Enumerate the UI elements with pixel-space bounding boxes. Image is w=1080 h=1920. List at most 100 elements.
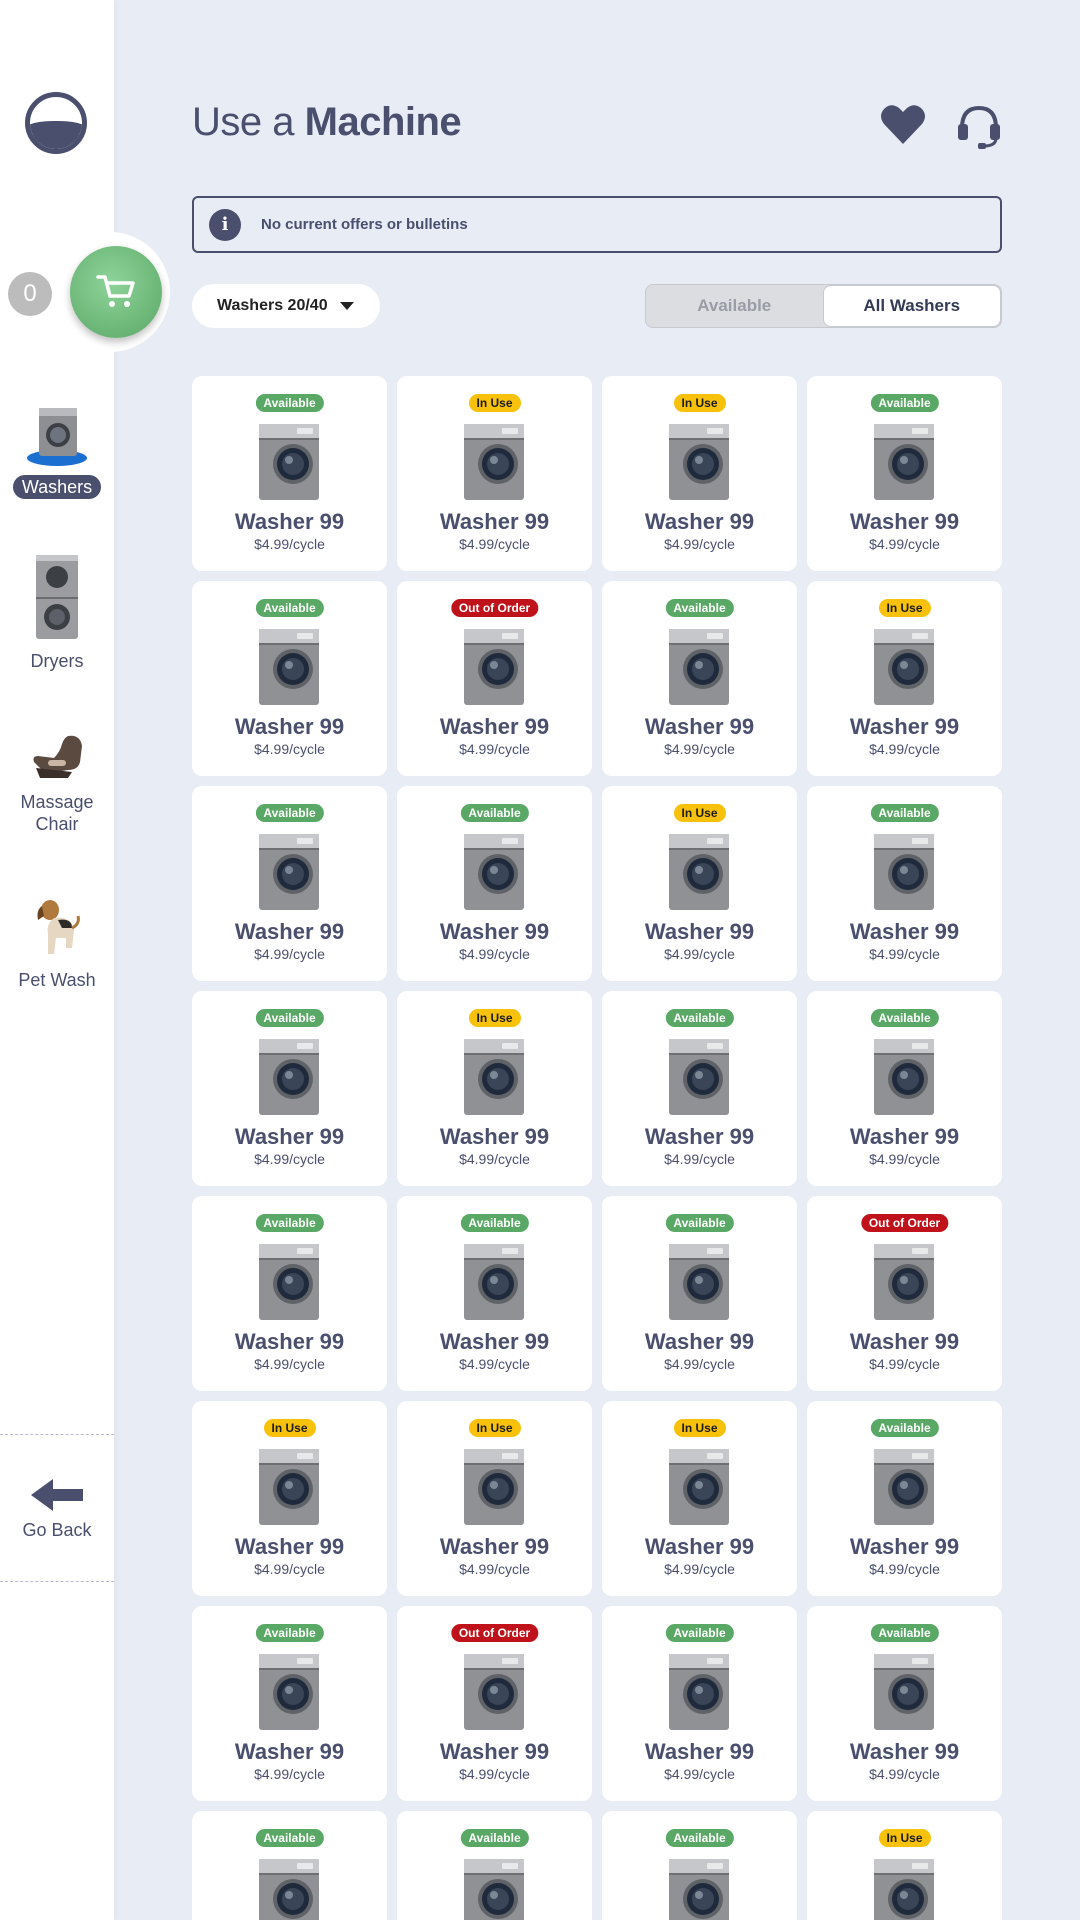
machine-price: $4.99/cycle	[664, 1151, 735, 1167]
machine-card[interactable]: AvailableWasher 99$4.99/cycle	[807, 376, 1002, 571]
machine-card[interactable]: In UseWasher 99$4.99/cycle	[602, 1401, 797, 1596]
sidebar-item-pet-wash[interactable]: Pet Wash	[0, 898, 114, 991]
machine-card[interactable]: AvailableWasher 99$4.99/cycle	[602, 1196, 797, 1391]
machine-price: $4.99/cycle	[459, 536, 530, 552]
machine-name: Washer 99	[234, 509, 345, 534]
machine-card[interactable]: In UseWasher 99$4.99/cycle	[807, 581, 1002, 776]
washer-icon	[259, 1859, 319, 1920]
washer-icon	[259, 1449, 319, 1525]
status-badge: In Use	[878, 599, 931, 617]
machine-card[interactable]: Available Washer 99 $4.99/cycle	[807, 1606, 1002, 1801]
arrow-left-icon	[31, 1479, 83, 1511]
heart-icon[interactable]	[878, 100, 928, 150]
status-badge: Available	[870, 804, 939, 822]
status-badge: Available	[255, 1214, 324, 1232]
washer-icon	[874, 629, 934, 705]
status-badge: Available	[870, 394, 939, 412]
machine-card[interactable]: Out of Order Washer 99 $4.99/cycle	[397, 1606, 592, 1801]
machine-name: Washer 99	[644, 1739, 755, 1764]
machine-card[interactable]: In UseWasher 99$4.99/cycle	[397, 1401, 592, 1596]
machine-card[interactable]: AvailableWasher 99$4.99/cycle	[192, 1811, 387, 1920]
machine-name: Washer 99	[234, 1124, 345, 1149]
machine-card[interactable]: AvailableWasher 99$4.99/cycle	[192, 1196, 387, 1391]
go-back-button[interactable]: Go Back	[0, 1434, 114, 1582]
machine-card[interactable]: AvailableWasher 99$4.99/cycle	[602, 581, 797, 776]
machine-card[interactable]: AvailableWasher 99$4.99/cycle	[807, 991, 1002, 1186]
cart-button[interactable]	[70, 246, 162, 338]
washer-icon	[464, 424, 524, 500]
washer-icon	[874, 1039, 934, 1115]
machine-price: $4.99/cycle	[459, 1151, 530, 1167]
status-badge: Available	[665, 1009, 734, 1027]
machine-card[interactable]: AvailableWasher 99$4.99/cycle	[397, 786, 592, 981]
machine-name: Washer 99	[439, 714, 550, 739]
machine-name: Washer 99	[234, 1739, 345, 1764]
machine-card[interactable]: Available Washer 99 $4.99/cycle	[602, 991, 797, 1186]
machine-name: Washer 99	[234, 1329, 345, 1354]
machine-price: $4.99/cycle	[869, 1356, 940, 1372]
machine-name: Washer 99	[849, 1739, 960, 1764]
toggle-all-washers[interactable]: All Washers	[822, 285, 1001, 327]
status-badge: Available	[870, 1419, 939, 1437]
machine-name: Washer 99	[439, 919, 550, 944]
machine-name: Washer 99	[849, 1124, 960, 1149]
machine-card[interactable]: AvailableWasher 99$4.99/cycle	[192, 1606, 387, 1801]
machine-price: $4.99/cycle	[459, 1561, 530, 1577]
headset-icon[interactable]	[954, 100, 1004, 150]
status-badge: Available	[255, 1829, 324, 1847]
machine-price: $4.99/cycle	[664, 536, 735, 552]
status-badge: In Use	[468, 1009, 521, 1027]
washer-icon	[669, 834, 729, 910]
machine-card[interactable]: AvailableWasher 99$4.99/cycle	[807, 1401, 1002, 1596]
status-badge: In Use	[263, 1419, 316, 1437]
washer-icon	[464, 834, 524, 910]
toggle-available[interactable]: Available	[646, 285, 823, 327]
caret-down-icon	[339, 302, 354, 310]
machine-price: $4.99/cycle	[664, 946, 735, 962]
status-badge: Available	[255, 599, 324, 617]
machine-card[interactable]: AvailableWasher 99$4.99/cycle	[192, 376, 387, 571]
machine-card[interactable]: AvailableWasher 99$4.99/cycle	[192, 786, 387, 981]
machine-price: $4.99/cycle	[664, 1766, 735, 1782]
machine-card[interactable]: AvailableWasher 99$4.99/cycle	[397, 1811, 592, 1920]
machine-card[interactable]: Out of Order Washer 99 $4.99/cycle	[807, 1196, 1002, 1391]
washer-icon	[259, 1654, 319, 1730]
washer-icon	[464, 1244, 524, 1320]
washer-icon	[669, 1449, 729, 1525]
status-badge: In Use	[673, 1419, 726, 1437]
machine-name: Washer 99	[849, 1329, 960, 1354]
status-badge: In Use	[673, 394, 726, 412]
machine-card[interactable]: In UseWasher 99$4.99/cycle	[397, 991, 592, 1186]
machine-price: $4.99/cycle	[459, 946, 530, 962]
machine-price: $4.99/cycle	[254, 946, 325, 962]
machine-card[interactable]: AvailableWasher 99$4.99/cycle	[192, 581, 387, 776]
machine-price: $4.99/cycle	[254, 1151, 325, 1167]
machine-card[interactable]: In UseWasher 99$4.99/cycle	[602, 376, 797, 571]
cart-count-badge: 0	[8, 272, 52, 316]
washer-icon	[27, 408, 87, 466]
machine-card[interactable]: In UseWasher 99$4.99/cycle	[192, 1401, 387, 1596]
machine-card[interactable]: AvailableWasher 99$4.99/cycle	[602, 1811, 797, 1920]
machine-name: Washer 99	[644, 1124, 755, 1149]
machine-card[interactable]: Out of Order Washer 99 $4.99/cycle	[397, 581, 592, 776]
washer-icon	[669, 629, 729, 705]
sidebar-item-washers[interactable]: Washers	[0, 404, 114, 499]
machine-card[interactable]: In UseWasher 99$4.99/cycle	[397, 376, 592, 571]
status-badge: Available	[870, 1624, 939, 1642]
machine-price: $4.99/cycle	[459, 1766, 530, 1782]
machine-type-dropdown[interactable]: Washers 20/40	[192, 284, 380, 328]
machine-price: $4.99/cycle	[869, 1151, 940, 1167]
machine-card[interactable]: AvailableWasher 99$4.99/cycle	[397, 1196, 592, 1391]
machine-name: Washer 99	[849, 509, 960, 534]
machine-card[interactable]: In UseWasher 99$4.99/cycle	[602, 786, 797, 981]
machine-card[interactable]: In UseWasher 99$4.99/cycle	[807, 1811, 1002, 1920]
washer-icon	[259, 629, 319, 705]
status-badge: Available	[665, 599, 734, 617]
machine-card[interactable]: AvailableWasher 99$4.99/cycle	[602, 1606, 797, 1801]
machine-card[interactable]: AvailableWasher 99$4.99/cycle	[192, 991, 387, 1186]
sidebar-item-dryers[interactable]: Dryers	[0, 553, 114, 672]
washer-icon	[874, 424, 934, 500]
machine-card[interactable]: AvailableWasher 99$4.99/cycle	[807, 786, 1002, 981]
machine-price: $4.99/cycle	[869, 1766, 940, 1782]
sidebar-item-massage-chair[interactable]: Massage Chair	[0, 732, 114, 835]
